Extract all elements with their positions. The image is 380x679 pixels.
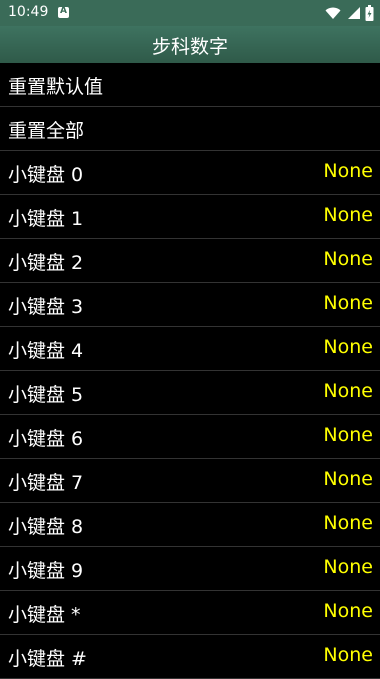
- keypad-value: None: [323, 424, 373, 446]
- status-bar: 10:49: [0, 0, 380, 26]
- keypad-label: 小键盘 2: [8, 252, 84, 274]
- reset-defaults-label: 重置默认值: [8, 76, 104, 98]
- keypad-9-item[interactable]: 小键盘 9 None: [0, 547, 380, 591]
- keypad-value: None: [323, 160, 373, 182]
- keypad-star-item[interactable]: 小键盘 * None: [0, 591, 380, 635]
- settings-list: 重置默认值 重置全部 小键盘 0 None 小键盘 1 None 小键盘 2 N…: [0, 63, 380, 679]
- keypad-value: None: [323, 292, 373, 314]
- keypad-label: 小键盘 4: [8, 340, 84, 362]
- keypad-label: 小键盘 #: [8, 648, 87, 670]
- reset-defaults-item[interactable]: 重置默认值: [0, 63, 380, 107]
- keypad-label: 小键盘 1: [8, 208, 84, 230]
- keypad-value: None: [323, 468, 373, 490]
- keypad-0-item[interactable]: 小键盘 0 None: [0, 151, 380, 195]
- keypad-label: 小键盘 0: [8, 164, 84, 186]
- keypad-value: None: [323, 644, 373, 666]
- reset-all-label: 重置全部: [8, 120, 85, 142]
- keypad-3-item[interactable]: 小键盘 3 None: [0, 283, 380, 327]
- keypad-label: 小键盘 5: [8, 384, 84, 406]
- signal-icon: [347, 7, 360, 19]
- keypad-value: None: [323, 600, 373, 622]
- keypad-label: 小键盘 *: [8, 604, 81, 626]
- keypad-value: None: [323, 512, 373, 534]
- status-time: 10:49: [8, 4, 49, 20]
- keypad-1-item[interactable]: 小键盘 1 None: [0, 195, 380, 239]
- wifi-icon: [325, 7, 341, 19]
- keypad-7-item[interactable]: 小键盘 7 None: [0, 459, 380, 503]
- keypad-value: None: [323, 248, 373, 270]
- keypad-label: 小键盘 6: [8, 428, 84, 450]
- keypad-label: 小键盘 9: [8, 560, 84, 582]
- keypad-8-item[interactable]: 小键盘 8 None: [0, 503, 380, 547]
- keypad-2-item[interactable]: 小键盘 2 None: [0, 239, 380, 283]
- keypad-6-item[interactable]: 小键盘 6 None: [0, 415, 380, 459]
- keypad-label: 小键盘 3: [8, 296, 84, 318]
- reset-all-item[interactable]: 重置全部: [0, 107, 380, 151]
- keypad-label: 小键盘 7: [8, 472, 84, 494]
- keypad-value: None: [323, 380, 373, 402]
- notification-a-icon: [58, 6, 69, 18]
- keypad-4-item[interactable]: 小键盘 4 None: [0, 327, 380, 371]
- battery-icon: [365, 5, 374, 21]
- status-icons: [325, 5, 374, 21]
- keypad-value: None: [323, 336, 373, 358]
- keypad-hash-item[interactable]: 小键盘 # None: [0, 635, 380, 679]
- keypad-label: 小键盘 8: [8, 516, 84, 538]
- keypad-value: None: [323, 556, 373, 578]
- app-title-bar: 步科数字: [0, 26, 380, 63]
- keypad-5-item[interactable]: 小键盘 5 None: [0, 371, 380, 415]
- page-title: 步科数字: [151, 36, 228, 58]
- keypad-value: None: [323, 204, 373, 226]
